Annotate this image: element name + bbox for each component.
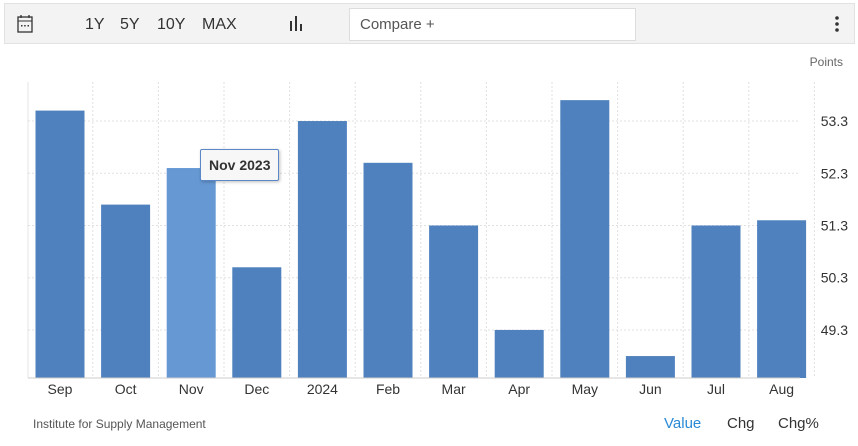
x-tick-label: May (572, 381, 598, 397)
y-tick-label: 51.3 (821, 217, 848, 233)
bar-may (560, 100, 610, 378)
bar-jun (625, 356, 675, 378)
range-max-button[interactable]: MAX (202, 16, 237, 34)
y-tick-label: 53.3 (821, 113, 848, 129)
x-tick-label: Oct (115, 381, 137, 397)
bar-chart: 49.3 50.3 51.3 52.3 53.3 Points Sep Oct Nov Dec 20… (27, 55, 848, 397)
x-tick-label: Sep (48, 381, 73, 397)
bar-aug (757, 220, 807, 378)
bar-nov (166, 168, 216, 378)
tab-chg-percent[interactable]: Chg% (778, 415, 819, 432)
x-tick-label: Mar (442, 381, 466, 397)
calendar-icon[interactable] (17, 14, 33, 33)
x-tick-label: Jul (707, 381, 725, 397)
bar-chart-icon[interactable] (289, 15, 303, 36)
y-tick-label: 52.3 (821, 165, 848, 181)
x-tick-label: Feb (376, 381, 400, 397)
more-options-icon[interactable] (835, 16, 839, 37)
bar-sep (35, 110, 85, 379)
bar-2024 (297, 121, 347, 378)
chart-tooltip: Nov 2023 (200, 149, 280, 181)
compare-input[interactable]: Compare + (349, 8, 636, 41)
y-unit-label: Points (810, 55, 843, 69)
x-tick-label: Nov (179, 381, 204, 397)
range-5y-button[interactable]: 5Y (120, 16, 140, 34)
bar-mar (429, 225, 479, 378)
y-tick-label: 49.3 (821, 322, 848, 338)
bar-dec (232, 267, 282, 378)
x-tick-label: Aug (769, 381, 794, 397)
y-tick-label: 50.3 (821, 270, 848, 286)
x-tick-label: Dec (244, 381, 269, 397)
bar-jul (691, 225, 741, 378)
tab-chg[interactable]: Chg (727, 415, 755, 432)
range-1y-button[interactable]: 1Y (85, 16, 105, 34)
toolbar: 1Y 5Y 10Y MAX Compare + (4, 3, 855, 44)
source-label: Institute for Supply Management (33, 417, 206, 431)
range-10y-button[interactable]: 10Y (157, 16, 185, 34)
bar-oct (101, 204, 151, 378)
x-tick-label: Apr (508, 381, 530, 397)
x-tick-label: Jun (639, 381, 662, 397)
bar-feb (363, 162, 413, 378)
tab-value[interactable]: Value (664, 415, 701, 432)
x-tick-label: 2024 (307, 381, 338, 397)
bar-apr (494, 329, 544, 378)
